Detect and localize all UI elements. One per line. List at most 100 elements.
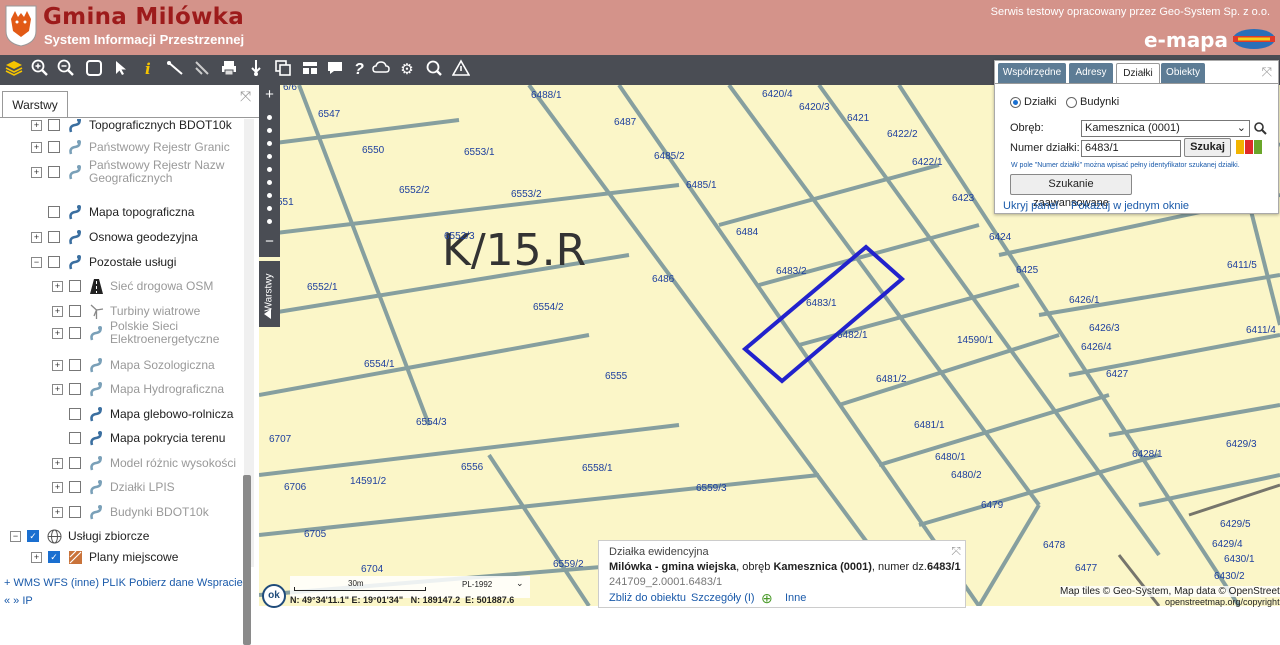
expand-toggle-icon[interactable]: + <box>52 481 63 493</box>
parcel-number-label[interactable]: 6481/1 <box>914 420 945 431</box>
parcel-number-label[interactable]: 6555 <box>605 371 628 382</box>
layer-scroll-thumb[interactable] <box>243 475 251 645</box>
zoom-plus-icon[interactable]: + <box>259 86 280 103</box>
layer-checkbox[interactable] <box>69 432 81 444</box>
zoom-level-dot[interactable] <box>267 193 272 198</box>
color-swatch-red[interactable] <box>1245 140 1253 154</box>
parcel-number-label[interactable]: 6484 <box>736 227 759 238</box>
expand-toggle-icon[interactable]: + <box>52 506 63 518</box>
layer-checkbox[interactable] <box>48 256 60 268</box>
close-popup-icon[interactable]: ⤧ <box>951 544 961 559</box>
add-icon[interactable]: ⊕ <box>761 590 773 607</box>
zoom-level-dot[interactable] <box>267 128 272 133</box>
link-icon[interactable] <box>191 59 213 81</box>
parcel-number-label[interactable]: 6488/1 <box>531 90 562 101</box>
layer-row[interactable]: + Mapa Hydrograficzna <box>52 379 224 399</box>
layer-row[interactable]: + Działki LPIS <box>52 477 175 497</box>
layer-checkbox[interactable] <box>48 141 60 153</box>
zoom-minus-icon[interactable]: − <box>259 233 280 250</box>
parcel-number-label[interactable]: 6554/3 <box>416 417 447 428</box>
parcel-number-label[interactable]: 6430/1 <box>1224 554 1255 565</box>
zoom-level-dot[interactable] <box>267 219 272 224</box>
single-window-link[interactable]: Pokażuj w jednym oknie <box>1071 200 1189 212</box>
parcel-number-label[interactable]: 6552/1 <box>307 282 338 293</box>
tab-dzialki[interactable]: Działki <box>1116 63 1160 84</box>
parcel-number-label[interactable]: 6477 <box>1075 563 1098 574</box>
parcel-number-label[interactable]: 6554/1 <box>364 359 395 370</box>
layer-row[interactable]: +Mapa pokrycia terenu <box>52 428 225 448</box>
zoom-out-icon[interactable] <box>55 59 77 81</box>
parcel-number-label[interactable]: 6486 <box>652 274 675 285</box>
parcel-number-label[interactable]: 6478 <box>1043 540 1066 551</box>
copy-icon[interactable] <box>272 59 294 81</box>
parcel-number-label[interactable]: 6559/3 <box>696 483 727 494</box>
layer-row[interactable]: + Osnowa geodezyjna <box>31 227 198 247</box>
zoom-level-dot[interactable] <box>267 180 272 185</box>
layer-checkbox[interactable] <box>69 481 81 493</box>
layer-row[interactable]: + Turbiny wiatrowe <box>52 301 200 321</box>
parcel-number-label[interactable]: 6552/2 <box>399 185 430 196</box>
expand-toggle-icon[interactable]: − <box>10 530 21 542</box>
expand-toggle-icon[interactable]: + <box>31 141 42 153</box>
parcel-number-label[interactable]: 6481/2 <box>876 374 907 385</box>
layer-checkbox[interactable]: ✓ <box>27 530 39 542</box>
search-icon[interactable] <box>1253 121 1267 135</box>
parcel-number-label[interactable]: 6427 <box>1106 369 1129 380</box>
parcel-number-label[interactable]: 6425 <box>1016 265 1039 276</box>
close-panel-icon[interactable]: ⤧ <box>1262 64 1272 80</box>
layer-row[interactable]: + Polskie Sieci Elektroenergetyczne <box>52 320 219 346</box>
parcel-number-label[interactable]: 6547 <box>318 109 341 120</box>
layer-checkbox[interactable] <box>48 206 60 218</box>
pointer-icon[interactable] <box>110 59 132 81</box>
layer-row[interactable]: +Mapa glebowo-rolnicza <box>52 404 233 424</box>
help-icon[interactable]: ? <box>348 59 370 81</box>
more-link[interactable]: Inne <box>785 592 806 604</box>
layer-checkbox[interactable] <box>69 280 81 292</box>
zoom-extent-icon[interactable] <box>83 59 105 81</box>
parcel-number-label[interactable]: 6426/3 <box>1089 323 1120 334</box>
parcel-number-label[interactable]: 6480/1 <box>935 452 966 463</box>
numer-dzialki-input[interactable]: 6483/1 <box>1081 140 1181 157</box>
parcel-number-label[interactable]: 6554/2 <box>533 302 564 313</box>
zoom-to-object-link[interactable]: Zbliż do obiektu <box>609 592 686 604</box>
szukaj-button[interactable]: Szukaj <box>1184 138 1231 157</box>
layer-checkbox[interactable]: ✓ <box>48 551 60 563</box>
parcel-number-label[interactable]: 6411/4 <box>1246 325 1276 336</box>
layer-row[interactable]: +Studium <box>31 566 133 567</box>
layer-row[interactable]: + Model różnic wysokości <box>52 453 236 473</box>
parcel-number-label[interactable]: 6411/5 <box>1227 260 1257 271</box>
expand-toggle-icon[interactable]: + <box>31 166 42 178</box>
parcel-number-label[interactable]: 6559/2 <box>553 559 584 570</box>
tab-obiekty[interactable]: Obiekty <box>1161 63 1205 83</box>
color-swatch-green[interactable] <box>1254 140 1262 154</box>
parcel-number-label[interactable]: 6553/2 <box>511 189 542 200</box>
comment-icon[interactable] <box>324 59 346 81</box>
ok-button[interactable]: ok <box>262 584 286 608</box>
layer-checkbox[interactable] <box>48 231 60 243</box>
layer-row[interactable]: − ✓ Usługi zbiorcze <box>10 526 149 546</box>
layout-icon[interactable] <box>299 59 321 81</box>
expand-toggle-icon[interactable]: + <box>52 359 63 371</box>
expand-toggle-icon[interactable]: + <box>52 457 63 469</box>
layer-checkbox[interactable] <box>69 305 81 317</box>
parcel-number-label[interactable]: 6429/4 <box>1212 539 1243 550</box>
parcel-number-label[interactable]: 6556 <box>461 462 484 473</box>
layer-row[interactable]: + ✓ Plany miejscowe <box>31 547 178 567</box>
parcel-number-label[interactable]: 6552/3 <box>444 231 475 242</box>
parcel-number-label[interactable]: 14590/1 <box>957 335 994 346</box>
radio-budynki[interactable]: Budynki <box>1066 96 1119 108</box>
layer-row[interactable]: + Topograficznych BDOT10k <box>31 119 232 135</box>
parcel-number-label[interactable]: 6482/1 <box>837 330 868 341</box>
parcel-number-label[interactable]: 6483/1 <box>806 298 837 309</box>
settings-icon[interactable]: ⚙ <box>396 59 418 81</box>
layer-row[interactable]: + Państwowy Rejestr Nazw Geograficznych <box>31 159 224 185</box>
layer-row[interactable]: + Sieć drogowa OSM <box>52 276 213 296</box>
layers-icon[interactable] <box>3 59 25 81</box>
hide-panel-link[interactable]: Ukryj panel <box>1003 200 1058 212</box>
parcel-number-label[interactable]: 6485/2 <box>654 151 685 162</box>
layer-row[interactable]: + Państwowy Rejestr Granic <box>31 137 230 157</box>
layer-row[interactable]: +Mapa topograficzna <box>31 202 194 222</box>
expand-toggle-icon[interactable]: + <box>52 383 63 395</box>
layer-checkbox[interactable] <box>69 506 81 518</box>
layers-side-tab[interactable]: Warstwy <box>259 261 280 327</box>
